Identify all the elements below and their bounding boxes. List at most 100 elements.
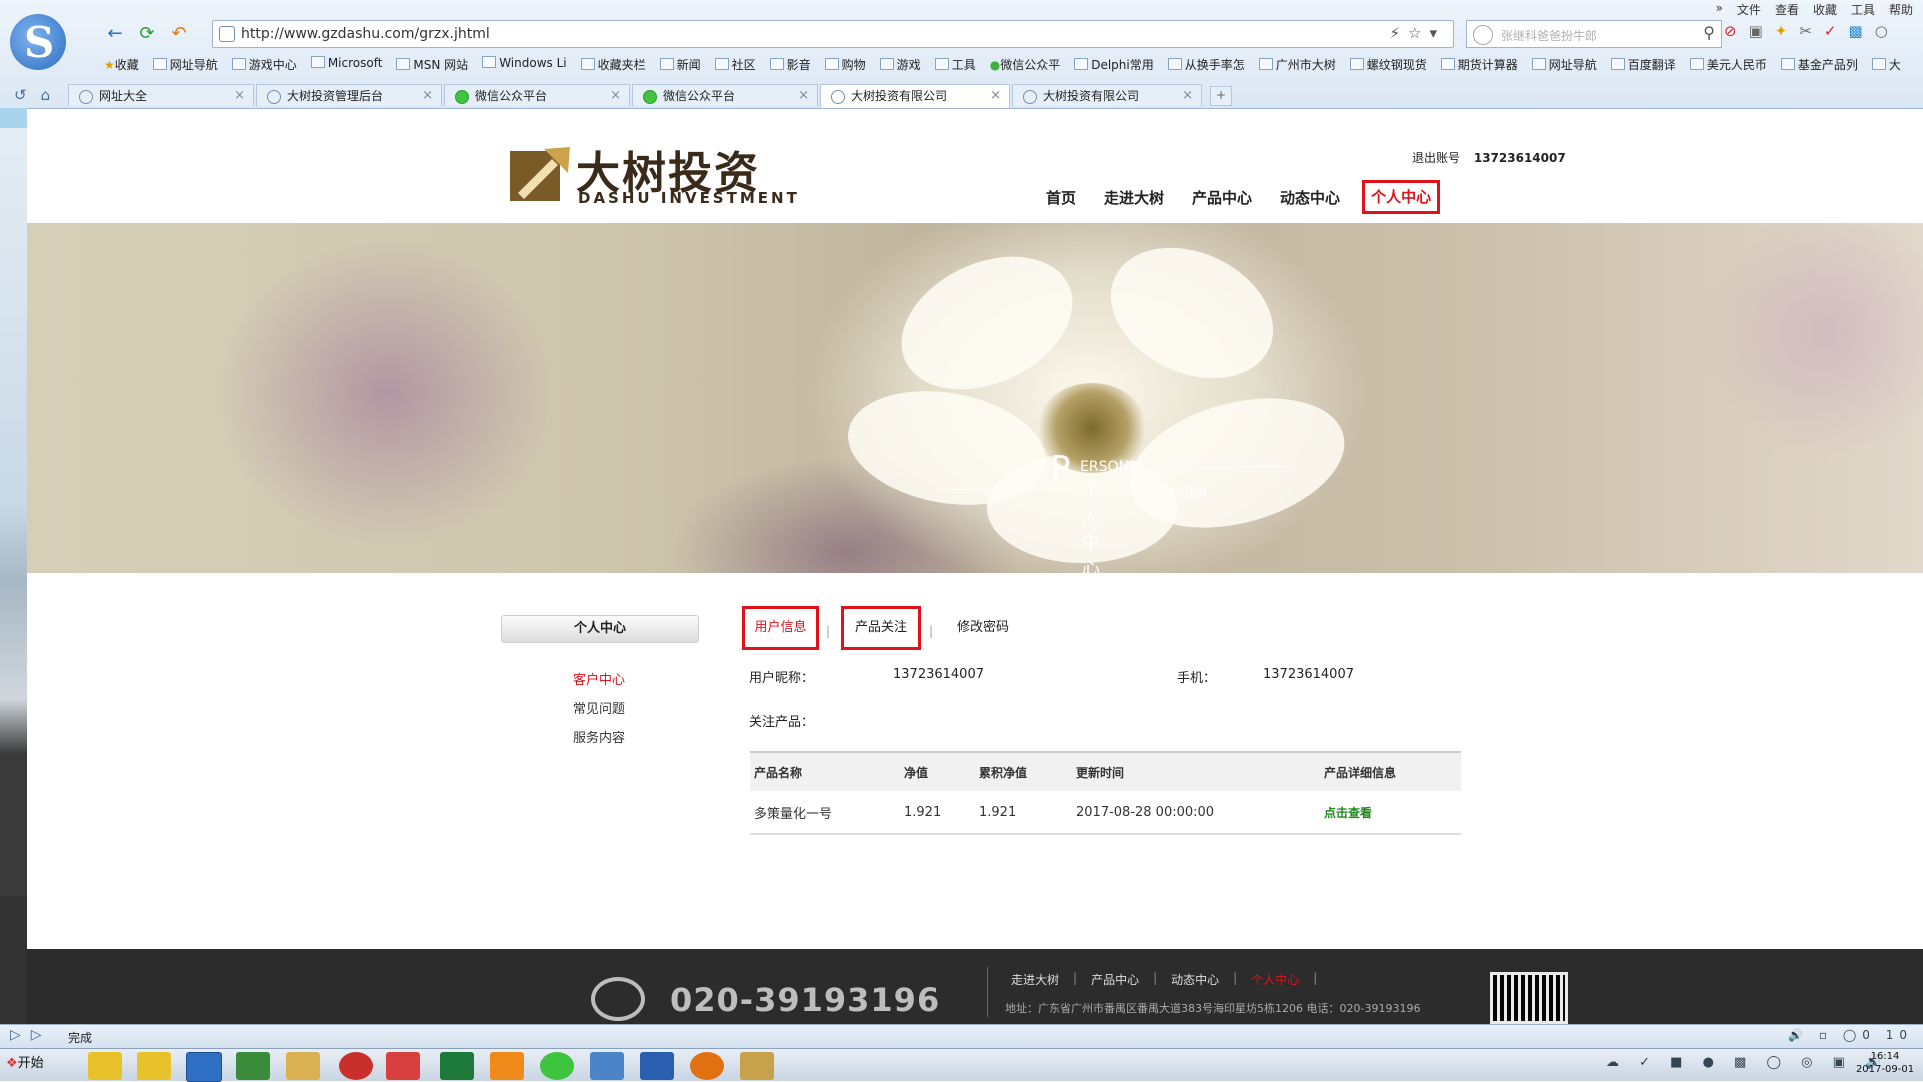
remote-icon[interactable] — [640, 1052, 674, 1080]
translate-icon[interactable]: ✓ — [1824, 22, 1837, 40]
wechat-icon[interactable] — [540, 1052, 574, 1080]
bookmark-item[interactable]: Microsoft — [310, 56, 382, 76]
tools-icon[interactable]: ✦ — [1775, 22, 1788, 40]
browser-tab[interactable]: 微信公众平台 × — [444, 84, 630, 106]
bookmark-item[interactable]: 游戏中心 — [231, 56, 297, 76]
bookmark-item[interactable]: 新闻 — [659, 56, 701, 76]
bookmark-item[interactable]: 社区 — [714, 56, 756, 76]
tab-change-password[interactable]: 修改密码 — [946, 606, 1020, 650]
footer-nav-about[interactable]: 走进大树 — [1003, 971, 1067, 988]
bookmark-item[interactable]: 工具 — [934, 56, 976, 76]
bookmarks-bar: ★收藏 网址导航 游戏中心 Microsoft MSN 网站 Windows L… — [104, 56, 1923, 76]
undo-icon[interactable]: ↶ — [168, 23, 190, 45]
address-url[interactable]: http://www.gzdashu.com/grzx.jhtml — [241, 26, 490, 42]
start-button[interactable]: ❖开始 — [0, 1050, 50, 1078]
screenshot-icon[interactable]: ▣ — [1749, 22, 1763, 40]
tab-user-info[interactable]: 用户信息 — [742, 606, 819, 650]
adblock-icon[interactable]: ⊘ — [1724, 22, 1737, 40]
app-7-icon[interactable] — [88, 1052, 122, 1080]
nav-products[interactable]: 产品中心 — [1178, 186, 1266, 216]
search-engine-icon[interactable] — [1473, 25, 1493, 45]
browser-tab[interactable]: 大树投资管理后台 × — [256, 84, 442, 106]
shop-icon[interactable] — [490, 1052, 524, 1080]
search-input[interactable]: 张继科爸爸扮牛郎 — [1501, 27, 1597, 44]
menu-favorites[interactable]: 收藏 — [1813, 1, 1837, 17]
nav-news[interactable]: 动态中心 — [1266, 186, 1354, 216]
footer-nav-personal-center[interactable]: 个人中心 — [1243, 971, 1307, 988]
close-icon[interactable]: × — [234, 85, 245, 107]
bookmark-item[interactable]: 大 — [1871, 56, 1901, 76]
bookmark-item[interactable]: 期货计算器 — [1440, 56, 1518, 76]
bookmark-item[interactable]: 网址导航 — [152, 56, 218, 76]
back-icon[interactable]: ← — [104, 23, 126, 45]
excel-icon[interactable] — [440, 1052, 474, 1080]
view-detail-link[interactable]: 点击查看 — [1324, 804, 1454, 821]
refresh-icon[interactable]: ⟳ — [136, 23, 158, 45]
bookmark-item[interactable]: 百度翻译 — [1610, 56, 1676, 76]
status-right-icons[interactable]: 🔊 ▫ ◯0 10 — [1788, 1028, 1913, 1042]
scissors-icon[interactable]: ✂ — [1799, 22, 1812, 40]
network-icon[interactable] — [590, 1052, 624, 1080]
sidebar-item-services[interactable]: 服务内容 — [501, 727, 697, 746]
bookmark-item[interactable]: MSN 网站 — [396, 56, 468, 76]
close-icon[interactable]: × — [990, 85, 1001, 107]
close-icon[interactable]: × — [1182, 85, 1193, 107]
bookmark-item[interactable]: 影音 — [769, 56, 811, 76]
browser-tab[interactable]: 网址大全 × — [68, 84, 254, 106]
home-nav-icons[interactable]: ↺⌂ — [14, 86, 64, 104]
search-box[interactable]: 张继科爸爸扮牛郎 ⚲ — [1466, 20, 1722, 48]
bookmark-item[interactable]: 螺纹钢现货 — [1349, 56, 1427, 76]
menu-tools[interactable]: 工具 — [1851, 1, 1875, 17]
globe-icon — [79, 90, 93, 104]
menu-more[interactable]: » — [1716, 1, 1723, 17]
app-x-icon[interactable] — [236, 1052, 270, 1080]
paint-icon[interactable] — [740, 1052, 774, 1080]
bookmark-item[interactable]: Windows Li — [482, 56, 567, 76]
bookmark-item[interactable]: 网址导航 — [1531, 56, 1597, 76]
bookmark-item[interactable]: 游戏 — [879, 56, 921, 76]
folder-icon[interactable] — [286, 1052, 320, 1080]
search-icon[interactable]: ⚲ — [1703, 23, 1715, 42]
bookmark-item[interactable]: 收藏夹栏 — [580, 56, 646, 76]
nav-about[interactable]: 走进大树 — [1090, 186, 1178, 216]
address-bar[interactable]: http://www.gzdashu.com/grzx.jhtml ⚡☆▾ — [212, 20, 1454, 48]
tab-product-follow[interactable]: 产品关注 — [841, 606, 921, 650]
menu-help[interactable]: 帮助 — [1889, 1, 1913, 17]
address-tools-icons[interactable]: ⚡☆▾ — [1389, 24, 1445, 42]
system-tray-icons[interactable]: ☁ ✓ ■ ● ▩ ◯ ◎ ▣ 🔊 — [1606, 1055, 1889, 1070]
game-icon[interactable] — [386, 1052, 420, 1080]
menu-file[interactable]: 文件 — [1737, 1, 1761, 17]
app-red-icon[interactable] — [339, 1052, 373, 1080]
browser-tab[interactable]: 微信公众平台 × — [632, 84, 818, 106]
menu-view[interactable]: 查看 — [1775, 1, 1799, 17]
bookmark-item[interactable]: 广州市大树 — [1258, 56, 1336, 76]
close-icon[interactable]: × — [422, 85, 433, 107]
bookmark-item[interactable]: 购物 — [824, 56, 866, 76]
bookmark-item[interactable]: ●微信公众平 — [990, 56, 1061, 76]
new-tab-button[interactable]: + — [1210, 86, 1232, 106]
sidebar-item-faq[interactable]: 常见问题 — [501, 698, 697, 717]
status-nav-icons[interactable]: ▷▷ — [10, 1027, 52, 1043]
sogou-browser-icon[interactable] — [186, 1052, 222, 1082]
app-7b-icon[interactable] — [137, 1052, 171, 1080]
toolbar-icons[interactable]: ⊘ ▣ ✦ ✂ ✓ ▩ ○ — [1724, 22, 1888, 40]
close-icon[interactable]: × — [798, 85, 809, 107]
footer-nav-products[interactable]: 产品中心 — [1083, 971, 1147, 988]
taskbar-clock[interactable]: 16:14 2017-09-01 — [1853, 1050, 1917, 1076]
nav-home[interactable]: 首页 — [1032, 186, 1090, 216]
logout-link[interactable]: 退出账号 — [1412, 151, 1460, 165]
sidebar-item-customer-center[interactable]: 客户中心 — [501, 669, 697, 688]
bookmark-item[interactable]: ★收藏 — [104, 56, 139, 76]
browser-tab-active[interactable]: 大树投资有限公司 × — [820, 84, 1010, 108]
nav-personal-center[interactable]: 个人中心 — [1362, 180, 1441, 214]
browser-tab[interactable]: 大树投资有限公司 × — [1012, 84, 1202, 106]
bookmark-item[interactable]: 从换手率怎 — [1167, 56, 1245, 76]
bookmark-item[interactable]: Delphi常用 — [1074, 56, 1154, 76]
chart-app-icon[interactable] — [690, 1052, 724, 1080]
bookmark-item[interactable]: 美元人民币 — [1689, 56, 1767, 76]
footer-nav-news[interactable]: 动态中心 — [1163, 971, 1227, 988]
window-icon[interactable]: ▩ — [1849, 22, 1863, 40]
bookmark-item[interactable]: 基金产品列 — [1780, 56, 1858, 76]
close-icon[interactable]: × — [610, 85, 621, 107]
extension-icon[interactable]: ○ — [1875, 22, 1888, 40]
